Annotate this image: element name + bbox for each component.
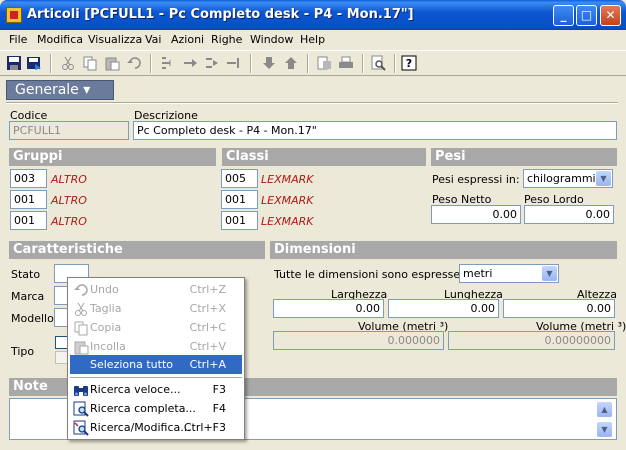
chevron-down-icon[interactable]: ▼ — [542, 266, 557, 281]
search-icon — [73, 401, 89, 417]
delete-row-icon[interactable] — [226, 55, 242, 71]
menu-item-ricerca-veloce[interactable]: Ricerca veloce... F3 — [70, 380, 242, 399]
peso-lordo-field[interactable]: 0.00 — [524, 205, 614, 224]
search-edit-icon — [73, 420, 89, 436]
move-row-icon[interactable] — [204, 55, 220, 71]
undo-icon[interactable] — [126, 55, 142, 71]
close-button[interactable]: ✕ — [600, 5, 621, 26]
tipo-label: Tipo — [11, 345, 35, 358]
volume-field: 0.00000000 — [448, 331, 615, 350]
arrow-up-icon[interactable] — [283, 55, 299, 71]
toolbar-separator — [150, 54, 152, 73]
menu-help[interactable]: Help — [300, 33, 325, 46]
toolbar-separator — [50, 54, 52, 73]
gruppo-code-field[interactable]: 001 — [10, 211, 47, 230]
arrow-down-icon[interactable] — [261, 55, 277, 71]
classe-name: LEXMARK — [261, 194, 314, 207]
menu-window[interactable]: Window — [250, 33, 293, 46]
insert-row-icon[interactable] — [160, 55, 176, 71]
peso-netto-field[interactable]: 0.00 — [431, 205, 521, 224]
undo-icon — [74, 284, 88, 296]
descrizione-field[interactable]: Pc Completo desk - P4 - Mon.17" — [133, 121, 617, 140]
classe-code-field[interactable]: 001 — [221, 190, 258, 209]
help-icon[interactable]: ? — [401, 55, 417, 71]
codice-field[interactable]: PCFULL1 — [9, 121, 129, 140]
title-bar[interactable]: Articoli [PCFULL1 - Pc Completo desk - P… — [0, 0, 626, 30]
print-icon[interactable] — [338, 55, 354, 71]
lunghezza-field[interactable]: 0.00 — [388, 299, 499, 318]
menu-item-undo[interactable]: Undo Ctrl+Z — [70, 280, 242, 299]
gruppi-header: Gruppi — [9, 148, 216, 166]
toolbar-separator — [362, 54, 364, 73]
tab-generale[interactable]: Generale ▾ — [6, 80, 114, 100]
svg-text:?: ? — [406, 57, 412, 70]
pesi-unit-label: Pesi espressi in: — [432, 173, 520, 186]
menu-item-ricerca-modifica[interactable]: Ricerca/Modifica... Ctrl+F3 — [70, 418, 242, 437]
volume-field: 0.000000 — [273, 331, 444, 350]
menu-modifica[interactable]: Modifica — [37, 33, 83, 46]
chevron-down-icon[interactable]: ▼ — [596, 171, 611, 186]
dimensioni-unit-label: Tutte le dimensioni sono espresse in: — [274, 268, 478, 281]
maximize-button[interactable]: □ — [576, 5, 597, 26]
cut-icon[interactable] — [60, 55, 76, 71]
menu-item-incolla[interactable]: Incolla Ctrl+V — [70, 337, 242, 356]
menu-azioni[interactable]: Azioni — [171, 33, 204, 46]
pesi-header: Pesi — [431, 148, 617, 166]
classe-code-field[interactable]: 005 — [221, 169, 258, 188]
find-icon[interactable] — [370, 55, 386, 71]
save-icon[interactable] — [6, 55, 22, 71]
pesi-unit-select[interactable]: chilogrammi ▼ — [523, 169, 613, 188]
binoculars-icon — [74, 386, 88, 396]
classe-name: LEXMARK — [261, 215, 314, 228]
menu-bar: File Modifica Visualizza Vai Azioni Righ… — [0, 30, 626, 49]
context-menu: Undo Ctrl+Z Taglia Ctrl+X Copia Ctrl+C I… — [67, 277, 245, 440]
menu-vai[interactable]: Vai — [145, 33, 161, 46]
menu-visualizza[interactable]: Visualizza — [88, 33, 142, 46]
toolbar-separator — [307, 54, 309, 73]
gruppo-name: ALTRO — [51, 173, 87, 186]
minimize-button[interactable]: _ — [553, 5, 574, 26]
classe-code-field[interactable]: 001 — [221, 211, 258, 230]
copy-icon — [74, 321, 88, 336]
divider — [6, 102, 618, 104]
print-preview-icon[interactable] — [316, 55, 332, 71]
scroll-up-icon[interactable]: ▲ — [597, 402, 612, 417]
stato-label: Stato — [11, 268, 41, 281]
gruppo-code-field[interactable]: 001 — [10, 190, 47, 209]
paste-icon — [74, 341, 89, 355]
app-icon[interactable] — [6, 7, 22, 23]
append-row-icon[interactable] — [182, 55, 198, 71]
altezza-field[interactable]: 0.00 — [503, 299, 615, 318]
menu-righe[interactable]: Righe — [211, 33, 242, 46]
copy-icon[interactable] — [82, 55, 98, 71]
toolbar: ? — [0, 50, 626, 76]
gruppo-name: ALTRO — [51, 194, 87, 207]
toolbar-separator — [250, 54, 252, 73]
dimensioni-header: Dimensioni — [270, 241, 617, 259]
save-close-icon[interactable] — [26, 55, 42, 71]
cut-icon — [75, 302, 87, 316]
scroll-down-icon[interactable]: ▼ — [597, 422, 612, 437]
paste-icon[interactable] — [104, 55, 120, 71]
window-title: Articoli [PCFULL1 - Pc Completo desk - P… — [27, 7, 414, 22]
menu-separator — [70, 377, 242, 378]
dimensioni-unit-select[interactable]: metri ▼ — [459, 264, 559, 283]
menu-file[interactable]: File — [9, 33, 27, 46]
menu-item-taglia[interactable]: Taglia Ctrl+X — [70, 299, 242, 318]
gruppo-code-field[interactable]: 003 — [10, 169, 47, 188]
larghezza-field[interactable]: 0.00 — [273, 299, 384, 318]
toolbar-separator — [394, 54, 396, 73]
marca-label: Marca — [11, 290, 45, 303]
classe-name: LEXMARK — [261, 173, 314, 186]
gruppo-name: ALTRO — [51, 215, 87, 228]
menu-item-ricerca-completa[interactable]: Ricerca completa... F4 — [70, 399, 242, 418]
caratteristiche-header: Caratteristiche — [9, 241, 265, 259]
menu-item-seleziona-tutto[interactable]: Seleziona tutto Ctrl+A — [70, 355, 242, 374]
menu-item-copia[interactable]: Copia Ctrl+C — [70, 318, 242, 337]
classi-header: Classi — [222, 148, 426, 166]
modello-label: Modello — [11, 312, 54, 325]
